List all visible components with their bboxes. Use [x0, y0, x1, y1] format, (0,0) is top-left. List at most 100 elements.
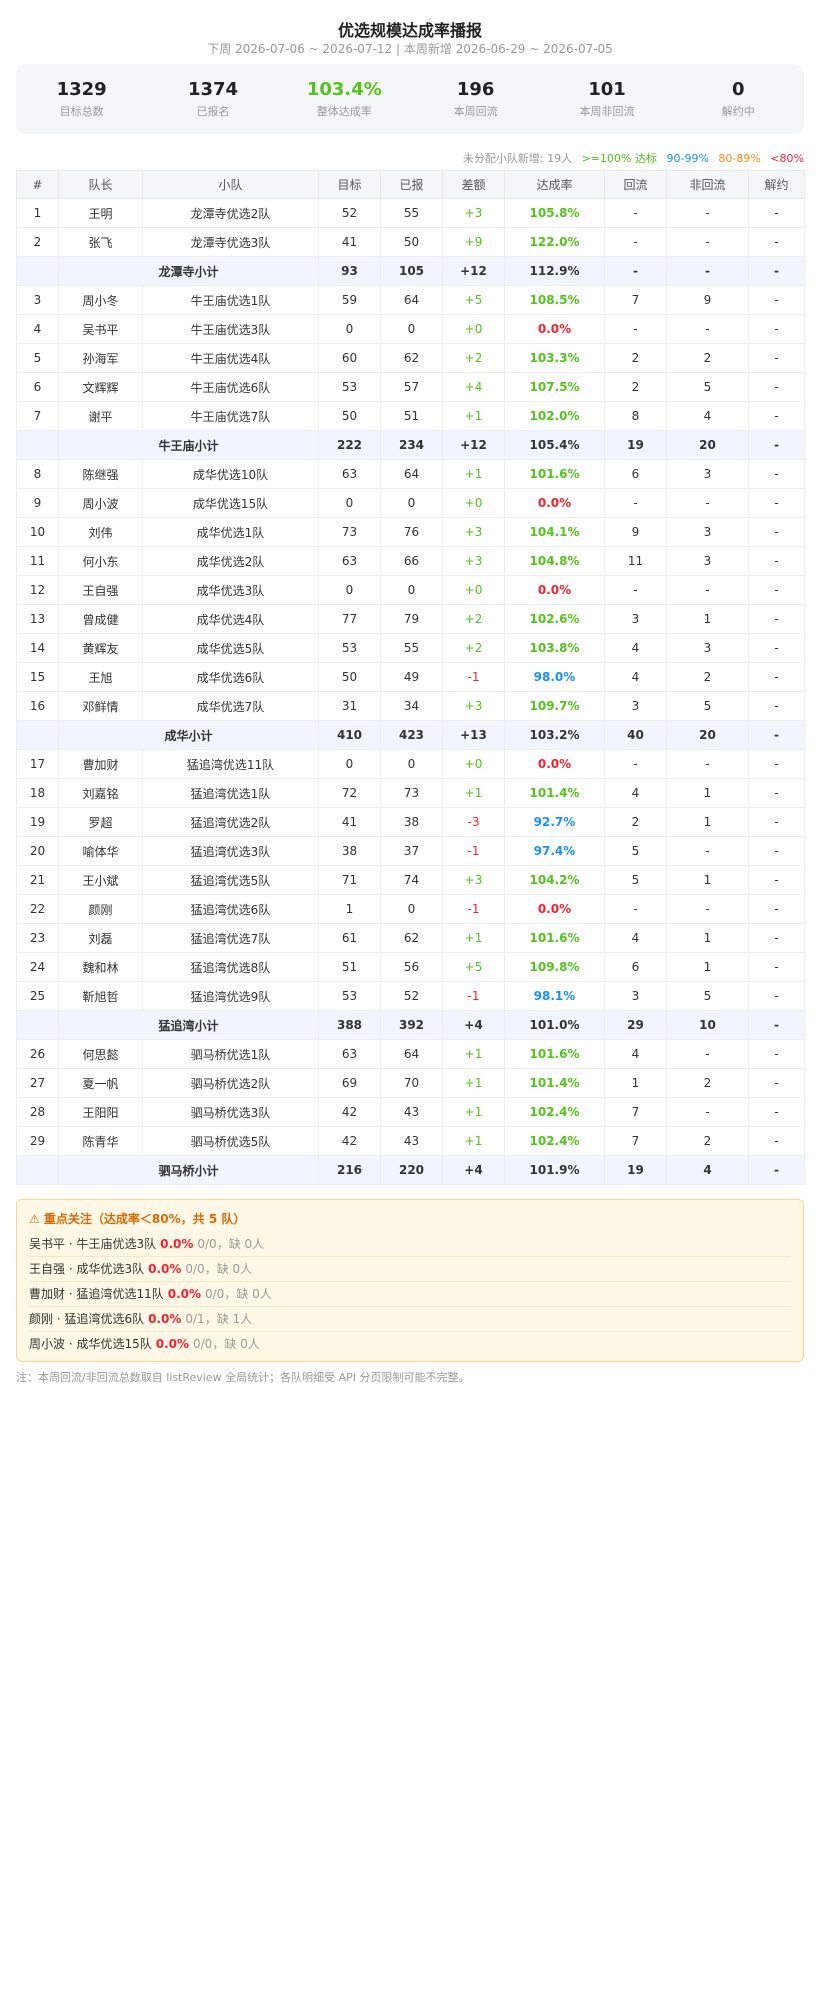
report-page: 优选规模达成率播报 下周 2026-07-06 ~ 2026-07-12 | 本…: [0, 0, 820, 1386]
cell-registered: 34: [380, 691, 443, 721]
cell-terminate: -: [748, 1126, 805, 1156]
cell-leader: 王明: [58, 198, 143, 228]
summary-stats: 1329 目标总数 1374 已报名 103.4% 整体达成率 196 本周回流…: [16, 64, 804, 134]
cell-terminate: -: [748, 546, 805, 576]
cell-leader: 王旭: [58, 662, 143, 692]
footnote: 注：本周回流/非回流总数取自 listReview 全局统计；各队明细受 API…: [16, 1371, 470, 1384]
cell-target: 53: [318, 981, 381, 1011]
cell-registered: 0: [380, 749, 443, 779]
cell-team: 成华优选10队: [142, 459, 319, 489]
cell-diff: +0: [442, 488, 505, 518]
cell-terminate: -: [748, 1068, 805, 1098]
cell-terminate: -: [748, 372, 805, 402]
table-row: 22 颜刚 猛追湾优选6队 1 0 -1 0.0% - - -: [16, 894, 805, 924]
cell-registered: 70: [380, 1068, 443, 1098]
col-header-leader: 队长: [58, 170, 143, 199]
table-row: 8 陈继强 成华优选10队 63 64 +1 101.6% 6 3-: [16, 459, 805, 489]
cell-team: 成华优选3队: [142, 575, 319, 605]
cell-terminate: -: [748, 459, 805, 489]
cell-registered: 74: [380, 865, 443, 895]
cell-registered: 0: [380, 575, 443, 605]
stat-label: 解约中: [721, 105, 755, 118]
cell-registered: 0: [380, 314, 443, 344]
cell-index: 17: [16, 749, 59, 779]
cell-target: 222: [318, 430, 381, 460]
cell-rate: 104.8%: [504, 546, 605, 576]
stat-label: 本周非回流: [579, 105, 635, 118]
cell-diff: +4: [442, 1010, 505, 1040]
cell-registered: 423: [380, 720, 443, 750]
col-header-index: #: [16, 170, 59, 199]
cell-non-return: 2: [666, 1068, 749, 1098]
table-row: 28 王阳阳 驷马桥优选3队 42 43 +1 102.4% 7- -: [16, 1097, 805, 1127]
cell-diff: +0: [442, 575, 505, 605]
cell-return: -: [604, 256, 667, 286]
cell-rate: 101.6%: [504, 1039, 605, 1069]
alert-item-detail: 0/0，缺 0人: [205, 1287, 272, 1301]
cell-team: 牛王庙优选3队: [142, 314, 319, 344]
cell-target: 61: [318, 923, 381, 953]
cell-return: 6: [604, 459, 667, 489]
cell-index: 3: [16, 285, 59, 315]
cell-index: 18: [16, 778, 59, 808]
cell-team: 猛追湾优选8队: [142, 952, 319, 982]
cell-index: 27: [16, 1068, 59, 1098]
cell-target: 0: [318, 488, 381, 518]
table-row: 15 王旭 成华优选6队 50 49 -1 98.0% 4 2-: [16, 662, 805, 692]
cell-team: 猛追湾优选7队: [142, 923, 319, 953]
alert-title: ⚠ 重点关注（达成率＜80%，共 5 队）: [29, 1212, 246, 1226]
subtotal-label: 龙潭寺小计: [58, 256, 319, 286]
cell-leader: 何思懿: [58, 1039, 143, 1069]
cell-team: 猛追湾优选3队: [142, 836, 319, 866]
cell-terminate: -: [748, 1010, 805, 1040]
cell-non-return: 5: [666, 372, 749, 402]
cell-target: 53: [318, 372, 381, 402]
cell-diff: +4: [442, 372, 505, 402]
cell-registered: 51: [380, 401, 443, 431]
alert-item-detail: 0/0，缺 0人: [193, 1337, 260, 1351]
cell-rate: 102.4%: [504, 1097, 605, 1127]
cell-target: 69: [318, 1068, 381, 1098]
cell-rate: 105.4%: [504, 430, 605, 460]
alert-item-rate: 0.0%: [167, 1287, 201, 1301]
cell-leader: 曹加财: [58, 749, 143, 779]
cell-non-return: 2: [666, 662, 749, 692]
cell-registered: 55: [380, 198, 443, 228]
cell-diff: +0: [442, 749, 505, 779]
table-row: 29 陈青华 驷马桥优选5队 42 43 +1 102.4% 7 2-: [16, 1126, 805, 1156]
cell-return: 4: [604, 633, 667, 663]
cell-registered: 57: [380, 372, 443, 402]
alert-item: 王自强 · 成华优选3队 0.0% 0/0，缺 0人: [29, 1257, 791, 1282]
cell-registered: 37: [380, 836, 443, 866]
subtotal-label: 成华小计: [58, 720, 319, 750]
cell-index: 7: [16, 401, 59, 431]
cell-target: 410: [318, 720, 381, 750]
cell-terminate: -: [748, 401, 805, 431]
cell-target: 0: [318, 575, 381, 605]
cell-rate: 104.2%: [504, 865, 605, 895]
cell-terminate: -: [748, 314, 805, 344]
alert-item-name: 颜刚 · 猛追湾优选6队: [29, 1312, 145, 1326]
cell-rate: 101.6%: [504, 459, 605, 489]
cell-leader: 罗超: [58, 807, 143, 837]
table-row: 14 黄辉友 成华优选5队 53 55 +2 103.8% 4 3-: [16, 633, 805, 663]
alert-item-detail: 0/0，缺 0人: [185, 1262, 253, 1276]
col-header-terminate: 解约: [748, 170, 805, 199]
cell-target: 73: [318, 517, 381, 547]
cell-terminate: -: [748, 517, 805, 547]
cell-return: 2: [604, 807, 667, 837]
cell-terminate: -: [748, 807, 805, 837]
cell-target: 0: [318, 749, 381, 779]
table-row: 19 罗超 猛追湾优选2队 41 38 -3 92.7% 2 1-: [16, 807, 805, 837]
cell-leader: 夏一帆: [58, 1068, 143, 1098]
table-row: 16 邓鲜情 成华优选7队 31 34 +3 109.7% 3 5-: [16, 691, 805, 721]
cell-index: 8: [16, 459, 59, 489]
cell-team: 牛王庙优选1队: [142, 285, 319, 315]
cell-target: 63: [318, 459, 381, 489]
cell-rate: 102.4%: [504, 1126, 605, 1156]
cell-return: 3: [604, 691, 667, 721]
cell-return: 2: [604, 343, 667, 373]
table-row: 7 谢平 牛王庙优选7队 50 51 +1 102.0% 8 4-: [16, 401, 805, 431]
cell-registered: 56: [380, 952, 443, 982]
cell-leader: 黄辉友: [58, 633, 143, 663]
